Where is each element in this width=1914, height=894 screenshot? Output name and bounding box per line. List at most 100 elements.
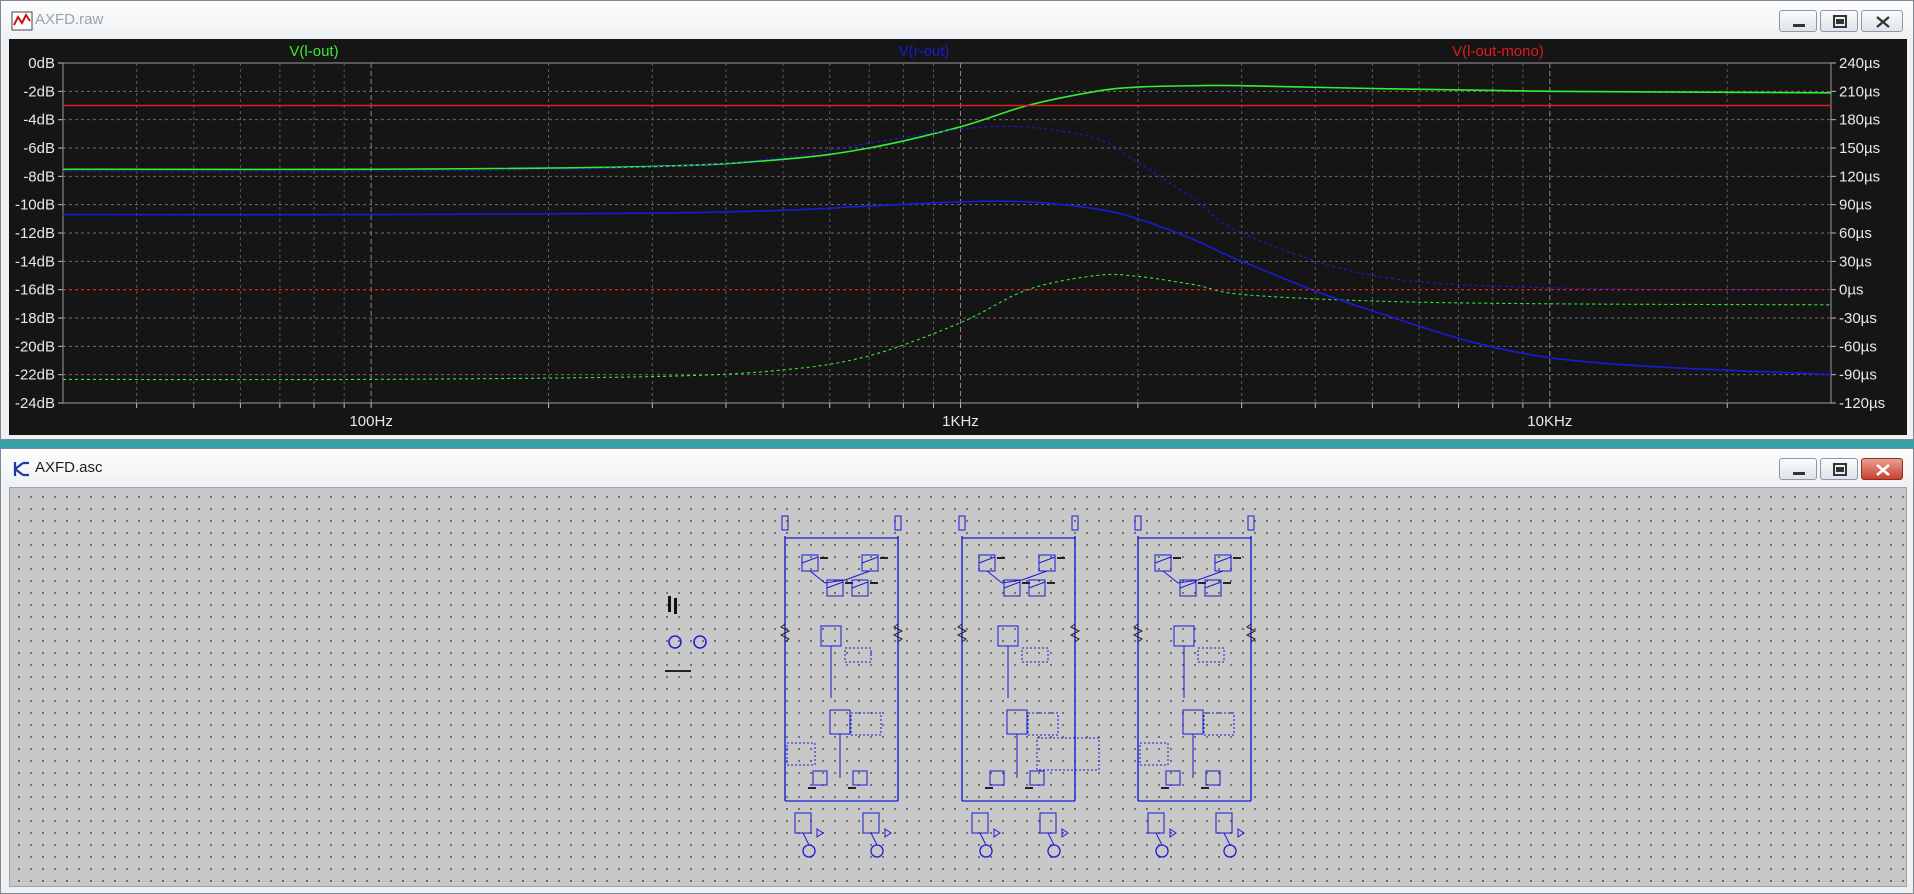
component-label: [808, 787, 816, 789]
restore-button[interactable]: [1820, 10, 1858, 32]
component-label: [820, 557, 828, 559]
trace-legend-label[interactable]: V(l-out-mono): [1452, 43, 1544, 60]
schematic-wire: [1223, 832, 1231, 846]
y-left-tick-label: -12dB: [15, 225, 55, 242]
schematic-drawing[interactable]: [10, 488, 1906, 886]
transistor-symbol: [794, 812, 812, 834]
transistor-symbol: [862, 812, 880, 834]
port-connector: [1134, 515, 1142, 531]
schematic-wire: [1003, 581, 1021, 589]
component-label: [1201, 787, 1209, 789]
circuit-block[interactable]: [779, 515, 904, 858]
y-right-tick-label: 0µs: [1839, 282, 1864, 299]
y-left-tick-label: -2dB: [23, 83, 55, 100]
schematic-wire: [1155, 832, 1163, 846]
y-left-tick-label: -22dB: [15, 367, 55, 384]
y-right-tick-label: -90µs: [1839, 367, 1877, 384]
schematic-canvas[interactable]: [9, 487, 1907, 887]
schematic-window-title: AXFD.asc: [35, 459, 103, 476]
circuit-blocks[interactable]: [779, 515, 1257, 858]
y-left-tick-label: -6dB: [23, 140, 55, 157]
schematic-wire: [1038, 556, 1056, 564]
schematic-wire: [1028, 581, 1046, 589]
plot-labels: 0dB 240µs -2dB 210µs -4dB 180µs -6dB 150µs -8dB 1…: [15, 43, 1885, 430]
schematic-wire: [870, 832, 878, 846]
transistor-symbol: [971, 812, 989, 834]
y-right-tick-label: 210µs: [1839, 83, 1880, 100]
transistor-symbol: [820, 625, 842, 647]
desktop: { "plot_window": { "title": "AXFD.raw", …: [0, 0, 1914, 894]
component-label: [1233, 557, 1241, 559]
component-label: [1057, 557, 1065, 559]
y-left-tick-label: -20dB: [15, 338, 55, 355]
transistor-symbol: [829, 709, 851, 735]
component-label: [1173, 557, 1181, 559]
port-connector: [1247, 515, 1255, 531]
component-label: [985, 787, 993, 789]
y-left-tick-label: -18dB: [15, 310, 55, 327]
y-right-tick-label: -120µs: [1839, 395, 1885, 412]
circuit-block[interactable]: [1132, 515, 1257, 858]
schematic-wire: [1214, 556, 1232, 564]
minimize-button[interactable]: [1779, 458, 1817, 480]
schematic-wire: [1204, 581, 1222, 589]
trace-legend-label[interactable]: V(l-out): [289, 43, 338, 60]
signal-source-symbol: [1047, 844, 1061, 858]
schematic-wire: [801, 556, 819, 564]
component-label: [1025, 787, 1033, 789]
bode-plot[interactable]: 0dB 240µs -2dB 210µs -4dB 180µs -6dB 150µs -8dB 1…: [9, 39, 1907, 435]
y-left-tick-label: -10dB: [15, 197, 55, 214]
component-label: [997, 557, 1005, 559]
schematic-wire: [861, 556, 879, 564]
output-buffer-symbol: [1237, 828, 1245, 838]
waveform-icon: [11, 11, 33, 31]
component-label: [1047, 582, 1055, 584]
annotation-box: [1036, 737, 1100, 771]
schematic-icon: [13, 461, 29, 477]
close-button[interactable]: [1861, 10, 1903, 32]
v-l-out--magnitude-trace: [62, 84, 1832, 171]
schematic-wire: [851, 581, 869, 589]
port-connector: [781, 515, 789, 531]
minimize-button[interactable]: [1779, 10, 1817, 32]
close-icon: [1876, 16, 1890, 28]
schematic-wire: [802, 832, 810, 846]
restore-icon: [1833, 463, 1847, 476]
annotation-box: [844, 647, 872, 663]
circuit-block[interactable]: [956, 515, 1100, 858]
annotation-box: [1027, 712, 1059, 736]
output-buffer-symbol: [816, 828, 824, 838]
y-left-tick-label: -4dB: [23, 112, 55, 129]
close-button[interactable]: [1861, 458, 1903, 480]
trace-legend-label[interactable]: V(r-out): [899, 43, 950, 60]
minimize-icon: [1793, 472, 1805, 475]
y-left-tick-label: -16dB: [15, 282, 55, 299]
schematic-wire: [809, 570, 871, 584]
plot-window-titlebar[interactable]: AXFD.raw: [1, 1, 1913, 39]
y-right-tick-label: -30µs: [1839, 310, 1877, 327]
signal-source-symbol: [979, 844, 993, 858]
schematic-wire: [986, 570, 1048, 584]
transistor-symbol: [1165, 770, 1181, 786]
transistor-symbol: [852, 770, 868, 786]
restore-icon: [1833, 15, 1847, 28]
y-right-tick-label: 60µs: [1839, 225, 1872, 242]
y-right-tick-label: 90µs: [1839, 197, 1872, 214]
y-right-tick-label: 180µs: [1839, 112, 1880, 129]
plot-area[interactable]: 0dB 240µs -2dB 210µs -4dB 180µs -6dB 150µs -8dB 1…: [9, 39, 1907, 435]
misc-components[interactable]: [665, 596, 707, 672]
annotation-box: [1021, 647, 1049, 663]
schematic-wire: [1162, 570, 1224, 584]
plot-window-title: AXFD.raw: [35, 11, 104, 28]
y-left-tick-label: 0dB: [28, 55, 55, 72]
component-label: [1223, 582, 1231, 584]
transistor-symbol: [1215, 812, 1233, 834]
transistor-symbol: [1029, 770, 1045, 786]
transistor-symbol: [1147, 812, 1165, 834]
output-buffer-symbol: [1169, 828, 1177, 838]
x-tick-label: 1KHz: [942, 413, 979, 430]
restore-button[interactable]: [1820, 458, 1858, 480]
annotation-box: [850, 712, 882, 736]
schematic-window-titlebar[interactable]: AXFD.asc: [1, 449, 1913, 487]
y-right-tick-label: 30µs: [1839, 253, 1872, 270]
